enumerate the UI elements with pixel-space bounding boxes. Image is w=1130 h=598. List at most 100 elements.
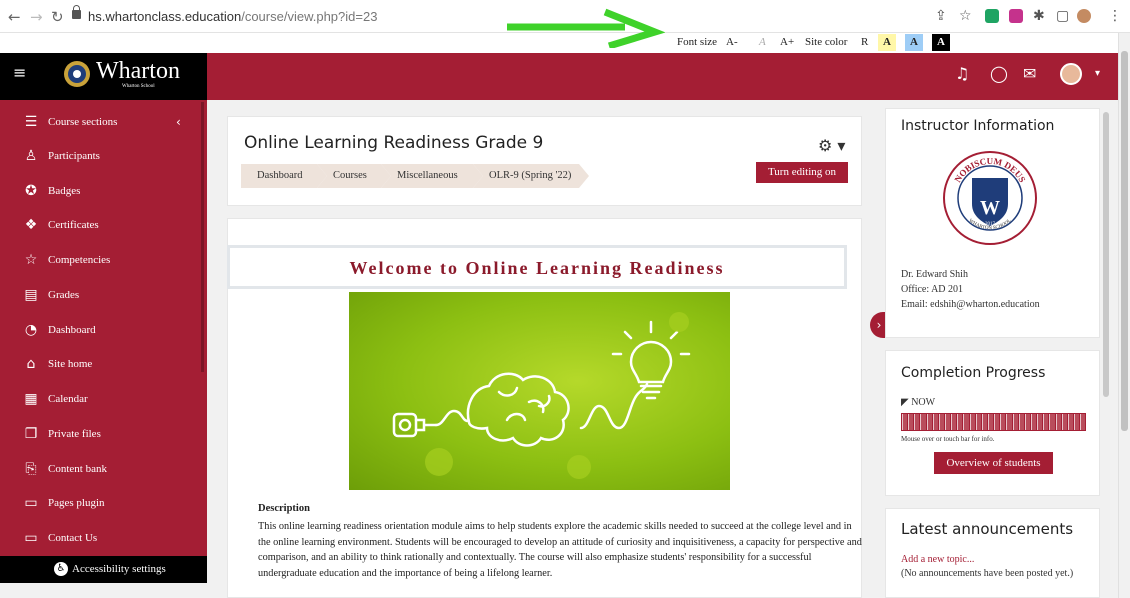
notifications-bell-icon[interactable]: ♫: [955, 64, 969, 83]
progress-segment[interactable]: [932, 414, 938, 430]
color-blue-button[interactable]: A: [905, 34, 923, 51]
progress-segment[interactable]: [938, 414, 944, 430]
progress-segment[interactable]: [1030, 414, 1037, 430]
instructor-email: Email: edshih@wharton.education: [901, 299, 1040, 310]
sidebar-item-private-files[interactable]: ❐ Private files: [0, 419, 200, 453]
address-bar[interactable]: hs.whartonclass.education/course/view.ph…: [88, 9, 377, 24]
mail-icon[interactable]: ✉: [1023, 64, 1036, 83]
back-icon[interactable]: ←: [8, 8, 21, 26]
progress-segment[interactable]: [944, 414, 951, 430]
sidebar-item-course-sections[interactable]: ☰ Course sections ‹: [0, 107, 200, 141]
font-reset-button[interactable]: A: [759, 36, 766, 48]
right-drawer-scrollbar[interactable]: [1101, 100, 1111, 584]
bookmark-star-icon[interactable]: ☆: [959, 8, 972, 24]
progress-segment[interactable]: [908, 414, 914, 430]
sidebar-item-contact-us[interactable]: ▭ Contact Us: [0, 523, 200, 557]
progress-segment[interactable]: [1073, 414, 1080, 430]
sidebar-item-participants[interactable]: ♙ Participants: [0, 141, 200, 175]
progress-segment[interactable]: [1018, 414, 1024, 430]
progress-segment[interactable]: [1043, 414, 1049, 430]
breadcrumb-course[interactable]: OLR-9 (Spring '22): [473, 164, 589, 188]
forward-icon[interactable]: →: [30, 8, 43, 26]
sidebar-item-competencies[interactable]: ☆ Competencies: [0, 245, 200, 279]
now-label: NOW: [911, 397, 936, 408]
badge-icon: ✪: [25, 183, 37, 199]
extension-green-icon[interactable]: [985, 9, 999, 23]
progress-segment[interactable]: [987, 414, 994, 430]
sidebar-item-pages-plugin[interactable]: ▭ Pages plugin: [0, 488, 200, 522]
completion-progress-bar[interactable]: [901, 413, 1086, 431]
progress-segment[interactable]: [969, 414, 975, 430]
extension-pink-icon[interactable]: [1009, 9, 1023, 23]
progress-segment[interactable]: [981, 414, 987, 430]
turn-editing-on-button[interactable]: Turn editing on: [756, 162, 848, 183]
progress-segment[interactable]: [914, 414, 920, 430]
breadcrumb-dashboard[interactable]: Dashboard: [241, 164, 327, 188]
messages-chat-icon[interactable]: ◯: [990, 64, 1008, 83]
right-drawer-scroll-thumb[interactable]: [1103, 112, 1109, 397]
progress-segment[interactable]: [951, 414, 957, 430]
progress-segment[interactable]: [975, 414, 981, 430]
progress-segment[interactable]: [902, 414, 908, 430]
progress-segment[interactable]: [1055, 414, 1061, 430]
accessibility-settings-button[interactable]: ♿ Accessibility settings: [0, 556, 207, 583]
progress-segment[interactable]: [994, 414, 1000, 430]
welcome-heading: Welcome to Online Learning Readiness: [349, 258, 725, 278]
sidebar-item-grades[interactable]: ▤ Grades: [0, 280, 200, 314]
sidebar-item-dashboard[interactable]: ◔ Dashboard: [0, 315, 200, 349]
progress-segment[interactable]: [1006, 414, 1012, 430]
sidebar-item-site-home[interactable]: ⌂ Site home: [0, 349, 200, 383]
progress-segment[interactable]: [1012, 414, 1018, 430]
color-yellow-button[interactable]: A: [878, 34, 896, 51]
brain-lightbulb-illustration: [392, 312, 691, 479]
color-reset-button[interactable]: R: [861, 36, 868, 48]
breadcrumb-miscellaneous[interactable]: Miscellaneous: [381, 164, 483, 188]
progress-segment[interactable]: [1080, 414, 1086, 430]
sidepanel-icon[interactable]: ▢: [1056, 8, 1069, 24]
content-bank-icon: ⎘: [25, 461, 37, 477]
course-description: This online learning readiness orientati…: [258, 521, 862, 579]
folder-icon: ▭: [24, 495, 38, 511]
progress-segment[interactable]: [963, 414, 969, 430]
progress-segment[interactable]: [957, 414, 963, 430]
files-icon: ❐: [24, 426, 38, 442]
progress-segment[interactable]: [1037, 414, 1043, 430]
sidebar-item-calendar[interactable]: ▦ Calendar: [0, 384, 200, 418]
color-black-button[interactable]: A: [932, 34, 950, 51]
sidebar-item-certificates[interactable]: ❖ Certificates: [0, 210, 200, 244]
wharton-logo-icon[interactable]: [63, 60, 91, 88]
page-scroll-thumb[interactable]: [1121, 51, 1128, 431]
sidebar-scrollbar[interactable]: [201, 102, 204, 372]
profile-avatar-icon[interactable]: [1077, 9, 1091, 23]
font-decrease-button[interactable]: A-: [726, 36, 738, 48]
site-color-label: Site color: [805, 36, 848, 48]
extensions-puzzle-icon[interactable]: ✱: [1033, 8, 1045, 24]
font-increase-button[interactable]: A+: [780, 36, 794, 48]
now-marker: ◤ NOW: [901, 397, 936, 408]
brand-name[interactable]: Wharton: [96, 58, 180, 85]
chevron-left-icon[interactable]: ‹: [176, 115, 181, 129]
progress-segment[interactable]: [1067, 414, 1073, 430]
course-sidebar: ☰ Course sections ‹ ♙ Participants ✪ Badges …: [0, 100, 207, 556]
instructor-name: Dr. Edward Shih: [901, 269, 968, 280]
sidebar-item-content-bank[interactable]: ⎘ Content bank: [0, 454, 200, 488]
progress-segment[interactable]: [1061, 414, 1067, 430]
progress-segment[interactable]: [926, 414, 932, 430]
user-avatar[interactable]: [1060, 63, 1082, 85]
gear-icon[interactable]: ⚙ ▾: [818, 136, 845, 155]
overview-of-students-button[interactable]: Overview of students: [934, 452, 1053, 474]
reload-icon[interactable]: ↻: [51, 8, 64, 26]
add-new-topic-link[interactable]: Add a new topic...: [901, 553, 974, 567]
grades-icon: ▤: [24, 287, 38, 303]
progress-segment[interactable]: [1000, 414, 1006, 430]
progress-segment[interactable]: [920, 414, 926, 430]
user-menu-caret-icon[interactable]: ▾: [1095, 68, 1100, 79]
sidebar-item-badges[interactable]: ✪ Badges: [0, 176, 200, 210]
browser-menu-icon[interactable]: ⋮: [1108, 8, 1122, 24]
welcome-banner: Welcome to Online Learning Readiness: [227, 245, 847, 289]
hamburger-menu-icon[interactable]: ≡: [13, 63, 26, 82]
progress-segment[interactable]: [1049, 414, 1055, 430]
progress-segment[interactable]: [1024, 414, 1030, 430]
share-icon[interactable]: ⇪: [935, 8, 947, 24]
page-scrollbar[interactable]: [1118, 33, 1130, 598]
